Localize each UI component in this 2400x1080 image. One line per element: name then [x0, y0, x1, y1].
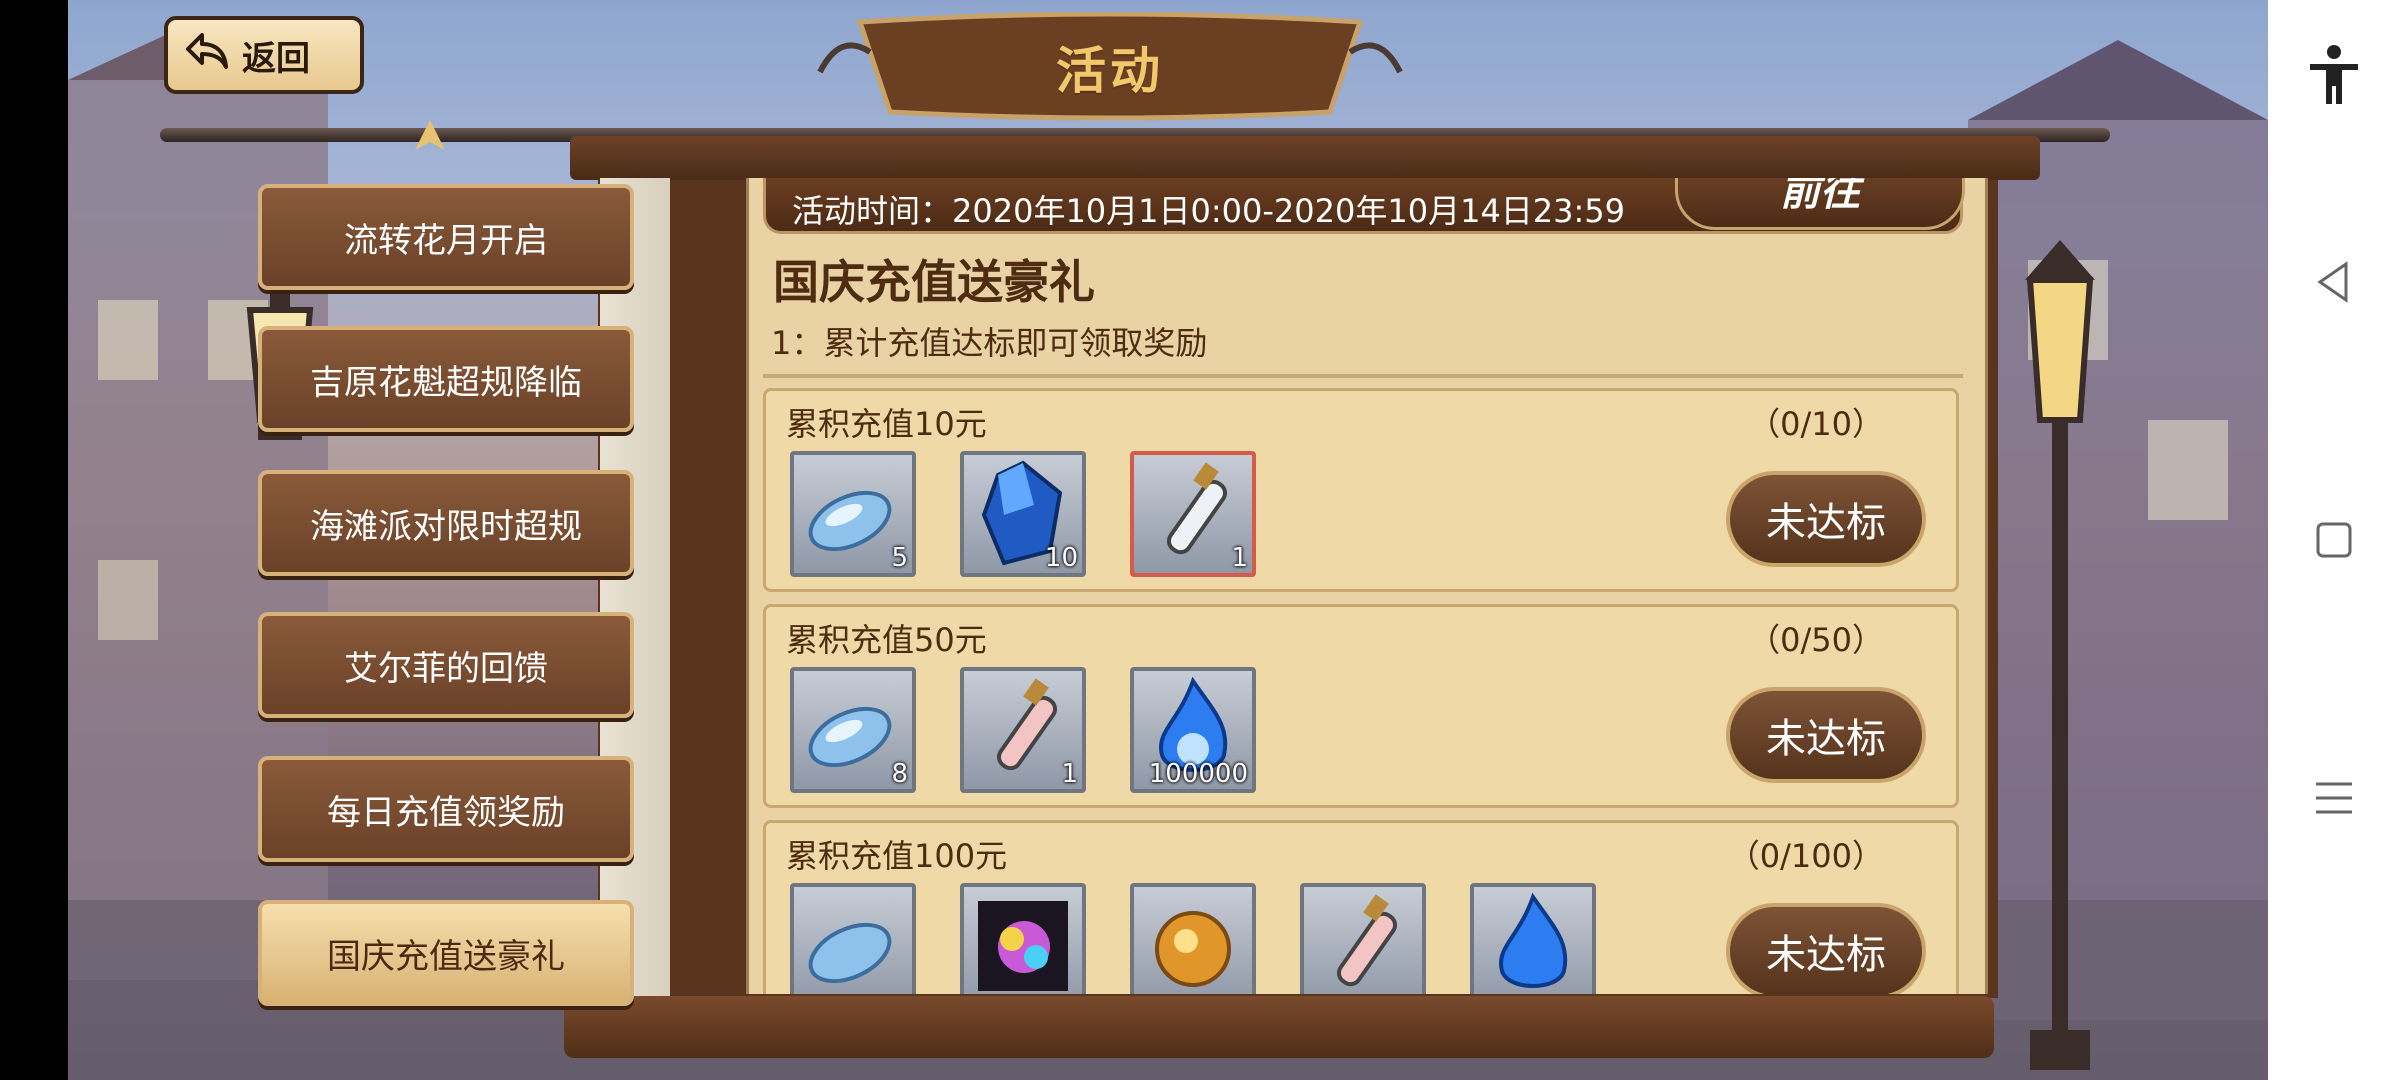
go-button[interactable]: 前往	[1675, 178, 1965, 230]
reward-item[interactable]	[1130, 883, 1256, 994]
crystal-disc-icon	[808, 922, 892, 984]
claim-status-button[interactable]: 未达标	[1726, 903, 1926, 994]
tab-event[interactable]: 艾尔菲的回馈	[258, 612, 634, 718]
reward-item[interactable]: 10	[960, 451, 1086, 577]
rainbow-cube-icon	[978, 901, 1068, 991]
page-title: 活动	[1056, 42, 1164, 100]
tier-progress: （0/100）	[1727, 837, 1884, 875]
event-description: 1：累计充值达标即可领取奖励	[771, 324, 1208, 362]
divider	[763, 374, 1963, 378]
event-title: 国庆充值送豪礼	[773, 255, 1095, 309]
back-label: 返回	[242, 38, 310, 79]
reward-tier: 累积充值50元 （0/50） 8 1 100000 未达标	[763, 604, 1959, 808]
right-lamp-icon	[2025, 240, 2095, 1070]
tab-event[interactable]: 吉原花魁超规降临	[258, 326, 634, 432]
rod-ornament-icon	[415, 120, 445, 150]
red-potion-icon	[1336, 894, 1398, 987]
tab-event[interactable]: 每日充值领奖励	[258, 756, 634, 862]
reward-item[interactable]	[1300, 883, 1426, 994]
tab-event[interactable]: 海滩派对限时超规	[258, 470, 634, 576]
item-qty: 1	[1061, 759, 1078, 789]
event-panel: 活动时间：2020年10月1日0:00-2020年10月14日23:59 前往 …	[746, 178, 1988, 994]
tier-progress: （0/50）	[1748, 621, 1884, 659]
item-qty: 5	[891, 543, 908, 573]
blue-flame-icon	[1499, 892, 1568, 988]
back-arrow-icon	[184, 31, 230, 80]
reward-item[interactable]: 8	[790, 667, 916, 793]
gold-orb-icon	[1155, 911, 1231, 987]
triangle-back-icon	[2317, 261, 2348, 303]
item-qty: 8	[891, 759, 908, 789]
claim-status-button[interactable]: 未达标	[1726, 687, 1926, 783]
reward-item[interactable]	[1470, 883, 1596, 994]
menu-lines-icon	[2316, 782, 2352, 814]
claim-status-button[interactable]: 未达标	[1726, 471, 1926, 567]
nav-menu-button[interactable]	[2298, 762, 2370, 834]
accessibility-button[interactable]	[2298, 40, 2370, 112]
reward-item[interactable]: 1	[960, 667, 1086, 793]
bottom-beam	[564, 996, 1994, 1058]
item-qty: 1	[1231, 543, 1248, 573]
top-beam	[570, 136, 2040, 180]
tier-label: 累积充值10元	[786, 405, 987, 443]
reward-item[interactable]: 1	[1130, 451, 1256, 577]
reward-item[interactable]: 5	[790, 451, 916, 577]
item-qty: 100000	[1148, 759, 1248, 789]
nav-home-button[interactable]	[2298, 504, 2370, 576]
reward-tier: 累积充值100元 （0/100） 未达标	[763, 820, 1959, 994]
title-plaque: 活动	[800, 12, 1420, 122]
tier-progress: （0/10）	[1748, 405, 1884, 443]
nav-back-button[interactable]	[2298, 246, 2370, 318]
event-time: 活动时间：2020年10月1日0:00-2020年10月14日23:59	[792, 192, 1626, 230]
parchment-strip	[600, 178, 670, 996]
accessibility-icon	[2310, 45, 2358, 104]
tab-event[interactable]: 流转花月开启	[258, 184, 634, 290]
square-home-icon	[2316, 522, 2352, 558]
tab-event-active[interactable]: 国庆充值送豪礼	[258, 900, 634, 1006]
tier-label: 累积充值100元	[786, 837, 1008, 875]
back-button[interactable]: 返回	[164, 16, 364, 94]
reward-item[interactable]	[960, 883, 1086, 994]
item-qty: 10	[1044, 543, 1078, 573]
reward-tier: 累积充值10元 （0/10） 5 10 1 未达标	[763, 388, 1959, 592]
system-nav-bar	[2268, 0, 2400, 1080]
tier-label: 累积充值50元	[786, 621, 987, 659]
reward-item[interactable]	[790, 883, 916, 994]
reward-item[interactable]: 100000	[1130, 667, 1256, 793]
